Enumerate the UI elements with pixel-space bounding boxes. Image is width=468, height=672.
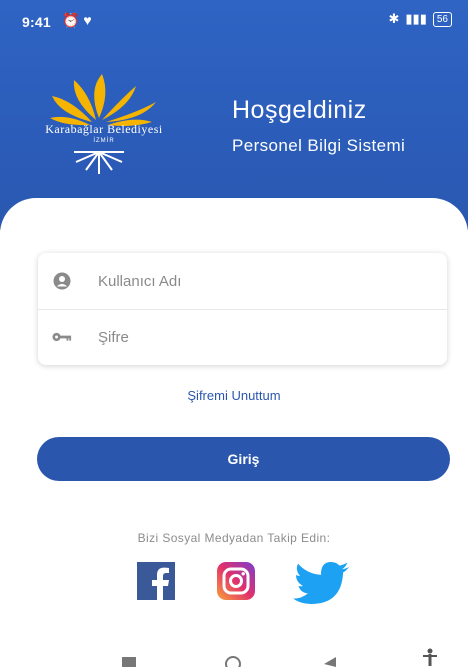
recent-apps-icon[interactable] xyxy=(120,654,138,672)
status-icons: ✱ ▮▮▮ 56 xyxy=(388,11,452,27)
welcome-title: Hoşgeldiniz xyxy=(232,96,367,124)
accessibility-icon[interactable] xyxy=(422,648,438,671)
username-input[interactable] xyxy=(96,271,420,291)
logo-subtext: İZMİR xyxy=(93,138,115,144)
logo-text: Karabağlar Belediyesi xyxy=(45,122,163,136)
signal-icon: ▮▮▮ xyxy=(405,11,427,26)
instagram-icon[interactable] xyxy=(217,562,255,602)
system-navigation-bar xyxy=(0,646,468,672)
follow-text: Bizi Sosyal Medyadan Takip Edin: xyxy=(137,531,331,545)
facebook-icon[interactable] xyxy=(137,562,175,602)
home-icon[interactable] xyxy=(224,654,242,672)
user-icon xyxy=(52,272,72,290)
forgot-password-link[interactable]: Şifremi Unuttum xyxy=(0,388,468,403)
battery-indicator: 56 xyxy=(432,11,452,27)
bluetooth-icon: ✱ xyxy=(388,11,400,26)
back-icon[interactable] xyxy=(322,654,340,672)
status-time: 9:41 xyxy=(22,14,51,30)
login-form xyxy=(38,253,447,365)
municipality-logo: Karabağlar Belediyesi İZMİR xyxy=(14,70,184,180)
key-icon xyxy=(52,331,72,343)
header: 9:41 ⏰ ♥ ✱ ▮▮▮ 56 Karabağlar Belediyesi … xyxy=(0,0,468,230)
twitter-icon[interactable] xyxy=(293,562,351,604)
login-button[interactable]: Giriş xyxy=(37,437,450,481)
alarm-icon: ⏰ ♥ xyxy=(62,12,92,28)
status-bar: 9:41 ⏰ ♥ ✱ ▮▮▮ 56 xyxy=(0,0,468,44)
system-name: Personel Bilgi Sistemi xyxy=(232,136,406,155)
password-field-row xyxy=(38,309,447,365)
username-field-row xyxy=(38,253,447,310)
password-input[interactable] xyxy=(96,327,420,347)
